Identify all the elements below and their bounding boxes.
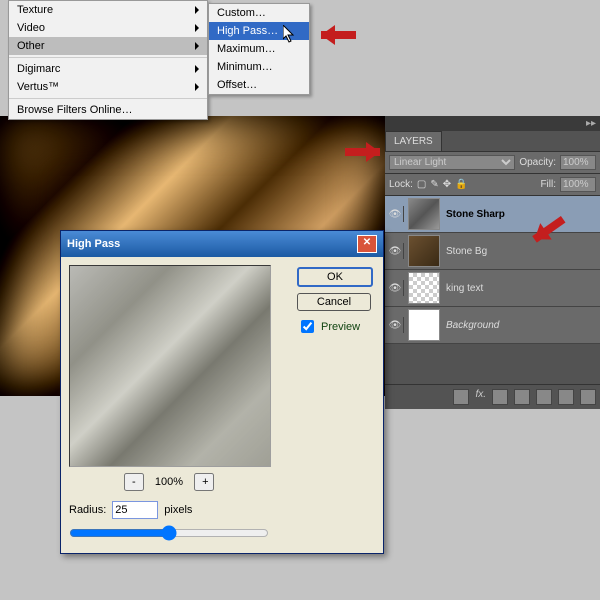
visibility-icon[interactable]: 👁 xyxy=(387,317,404,333)
ok-button[interactable]: OK xyxy=(297,267,373,287)
cancel-button[interactable]: Cancel xyxy=(297,293,371,311)
annotation-arrow-icon xyxy=(321,28,371,42)
layer-name: Background xyxy=(446,320,499,331)
layers-tab[interactable]: LAYERS xyxy=(385,131,442,151)
zoom-level: 100% xyxy=(155,476,183,488)
close-icon[interactable]: ✕ xyxy=(357,235,377,253)
layer-row[interactable]: 👁 Stone Bg xyxy=(385,233,600,270)
layer-thumbnail[interactable] xyxy=(408,272,440,304)
lock-all-icon[interactable]: 🔒 xyxy=(455,179,467,190)
menu-digimarc[interactable]: Digimarc xyxy=(9,60,207,78)
fill-label: Fill: xyxy=(540,179,556,190)
preview-area[interactable] xyxy=(69,265,271,467)
high-pass-dialog: High Pass ✕ - 100% + OK Cancel Preview R… xyxy=(60,230,384,554)
layers-panel: ▸▸ LAYERS Linear Light Opacity: Lock: ▢ … xyxy=(385,116,600,409)
lock-move-icon[interactable]: ✥ xyxy=(443,179,451,190)
mask-icon[interactable] xyxy=(492,389,508,405)
visibility-icon[interactable]: 👁 xyxy=(387,206,404,222)
menu-video[interactable]: Video xyxy=(9,19,207,37)
chevron-right-icon xyxy=(195,24,199,32)
chevron-right-icon xyxy=(195,83,199,91)
radius-label: Radius: xyxy=(69,504,106,516)
zoom-in-button[interactable]: + xyxy=(194,473,214,491)
visibility-icon[interactable]: 👁 xyxy=(387,280,404,296)
layer-thumbnail[interactable] xyxy=(408,235,440,267)
adjustment-icon[interactable] xyxy=(514,389,530,405)
dialog-titlebar[interactable]: High Pass ✕ xyxy=(61,231,383,257)
lock-label: Lock: xyxy=(389,179,413,190)
folder-icon[interactable] xyxy=(536,389,552,405)
submenu-custom[interactable]: Custom… xyxy=(209,4,309,22)
menu-browse-filters[interactable]: Browse Filters Online… xyxy=(9,101,207,119)
blend-mode-select[interactable]: Linear Light xyxy=(389,155,515,170)
preview-checkbox[interactable] xyxy=(301,320,314,333)
lock-brush-icon[interactable]: ✎ xyxy=(430,179,438,190)
opacity-label: Opacity: xyxy=(519,157,556,168)
lock-transparency-icon[interactable]: ▢ xyxy=(417,179,426,190)
layer-thumbnail[interactable] xyxy=(408,309,440,341)
menu-other[interactable]: Other xyxy=(9,37,207,55)
zoom-out-button[interactable]: - xyxy=(124,473,144,491)
trash-icon[interactable] xyxy=(580,389,596,405)
opacity-input[interactable] xyxy=(560,155,596,170)
layer-row[interactable]: 👁 Background xyxy=(385,307,600,344)
radius-input[interactable] xyxy=(112,501,158,519)
layer-name: king text xyxy=(446,283,483,294)
layer-name: Stone Sharp xyxy=(446,209,505,220)
panel-collapse-icon[interactable]: ▸▸ xyxy=(586,118,596,129)
preview-label: Preview xyxy=(321,321,360,333)
menu-texture[interactable]: Texture xyxy=(9,1,207,19)
new-layer-icon[interactable] xyxy=(558,389,574,405)
menu-vertus[interactable]: Vertus™ xyxy=(9,78,207,96)
annotation-arrow-icon xyxy=(330,145,380,159)
dialog-title: High Pass xyxy=(67,238,120,250)
other-submenu[interactable]: Custom… High Pass… Maximum… Minimum… Off… xyxy=(208,3,310,95)
fx-icon[interactable]: fx. xyxy=(475,389,486,405)
layer-name: Stone Bg xyxy=(446,246,487,257)
fill-input[interactable] xyxy=(560,177,596,192)
radius-slider[interactable] xyxy=(69,525,269,541)
chevron-right-icon xyxy=(195,6,199,14)
submenu-offset[interactable]: Offset… xyxy=(209,76,309,94)
layer-thumbnail[interactable] xyxy=(408,198,440,230)
visibility-icon[interactable]: 👁 xyxy=(387,243,404,259)
filter-menu[interactable]: Texture Video Other Digimarc Vertus™ Bro… xyxy=(8,0,208,120)
chevron-right-icon xyxy=(195,42,199,50)
link-layers-icon[interactable] xyxy=(453,389,469,405)
radius-unit: pixels xyxy=(164,504,192,516)
submenu-minimum[interactable]: Minimum… xyxy=(209,58,309,76)
chevron-right-icon xyxy=(195,65,199,73)
cursor-icon xyxy=(283,25,297,46)
layers-footer: fx. xyxy=(385,384,600,409)
layer-row[interactable]: 👁 king text xyxy=(385,270,600,307)
